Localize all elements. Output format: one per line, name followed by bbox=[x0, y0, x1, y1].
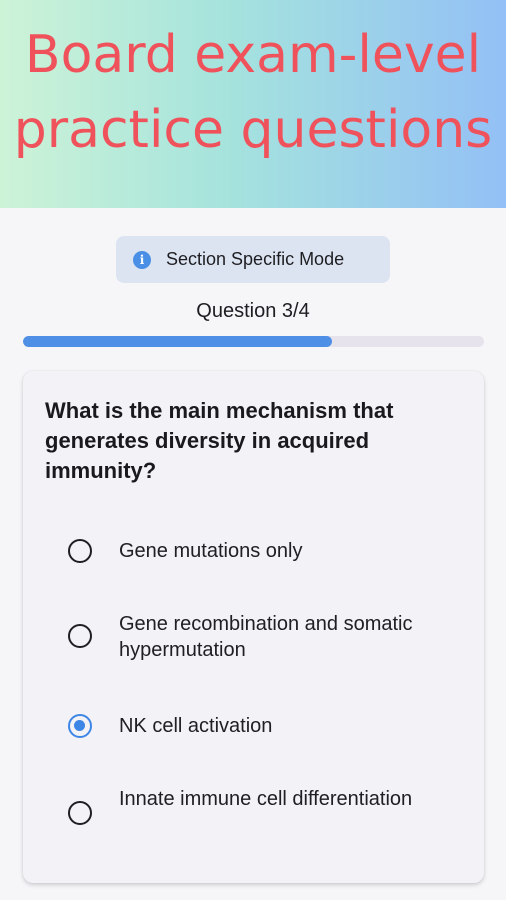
radio-button[interactable] bbox=[68, 801, 92, 825]
promo-headline-line2: practice questions bbox=[13, 100, 493, 160]
answer-option-label: NK cell activation bbox=[119, 715, 273, 737]
quiz-screen: i Section Specific Mode Question 3/4 Wha… bbox=[0, 208, 506, 900]
question-counter: Question 3/4 bbox=[196, 300, 310, 322]
mode-chip[interactable]: i Section Specific Mode bbox=[116, 236, 390, 283]
info-icon: i bbox=[133, 250, 151, 269]
promo-banner: Board exam-level practice questions bbox=[0, 0, 506, 208]
mode-label: Section Specific Mode bbox=[166, 249, 345, 269]
question-text: What is the main mechanism that generate… bbox=[45, 398, 394, 483]
radio-button[interactable] bbox=[68, 624, 92, 648]
progress-bar bbox=[23, 336, 484, 347]
answer-option-label: Gene mutations only bbox=[119, 540, 303, 562]
radio-button[interactable] bbox=[68, 539, 92, 563]
radio-button[interactable] bbox=[68, 714, 92, 738]
promo-headline-line1: Board exam-level bbox=[24, 25, 482, 85]
progress-bar-fill bbox=[23, 336, 332, 347]
question-card: What is the main mechanism that generate… bbox=[23, 371, 484, 883]
answer-option-label: Innate immune cell differentiation bbox=[119, 788, 413, 810]
answer-option-label: Gene recombination and somatic hypermuta… bbox=[119, 613, 413, 661]
